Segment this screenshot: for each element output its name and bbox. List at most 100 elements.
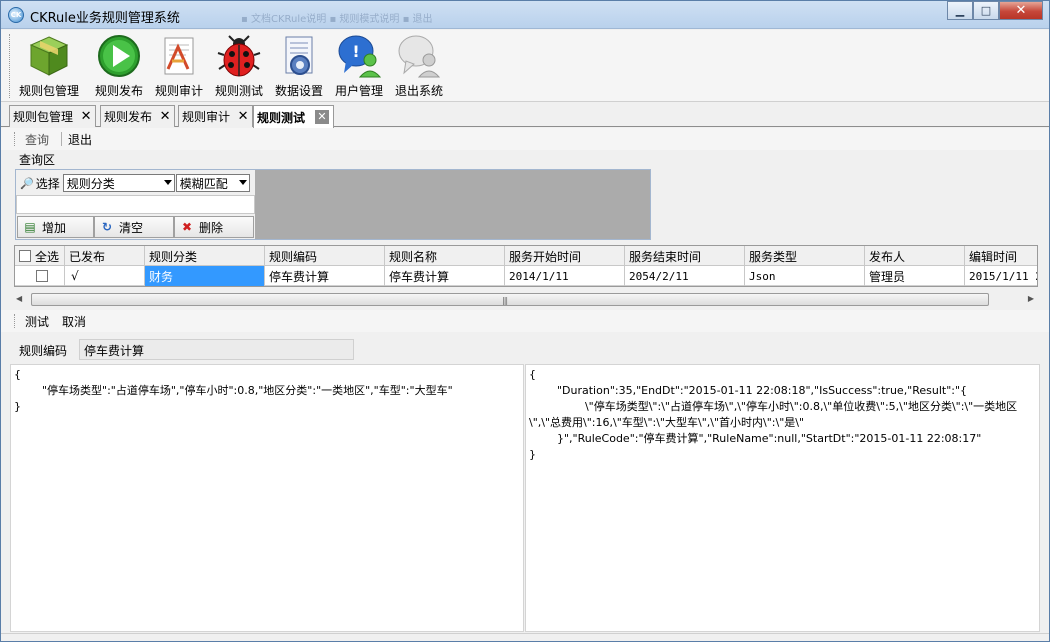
select-all-checkbox[interactable] [19, 250, 31, 262]
user-manage-button[interactable]: ! 用户管理 [329, 30, 389, 100]
query-controls: 🔎 选择 规则分类 模糊匹配 ▤ 增加 ↻ 清空 ✖ 删除 [16, 170, 255, 239]
query-filter-row: 🔎 选择 规则分类 模糊匹配 [20, 174, 250, 192]
name-cell[interactable]: 停车费计算 [385, 266, 505, 286]
add-icon: ▤ [24, 220, 36, 234]
service-type-cell[interactable]: Json [745, 266, 865, 286]
end-date-cell[interactable]: 2054/2/11 [625, 266, 745, 286]
json-line: { [529, 368, 536, 381]
delete-button-label: 删除 [199, 220, 224, 235]
edit-time-cell[interactable]: 2015/1/11 21 [965, 266, 1037, 286]
scrollbar-thumb[interactable]: ||| [31, 293, 989, 306]
json-line: \"停车场类型\":\"占道停车场\",\"停车小时\":0.8,\"单位收费\… [529, 400, 1018, 429]
match-combo[interactable]: 模糊匹配 [175, 174, 250, 192]
select-label[interactable]: 选择 [36, 175, 60, 192]
query-toolbar: 查询 退出 [1, 128, 1049, 150]
toolbar-separator [61, 132, 62, 146]
tab-package-manage[interactable]: 规则包管理 ✕ [9, 105, 97, 127]
output-json-pane[interactable]: { "Duration":35,"EndDt":"2015-01-11 22:0… [525, 364, 1040, 632]
category-combo[interactable]: 规则分类 [62, 174, 175, 192]
user-chat-icon: ! [338, 35, 382, 78]
background-faded-text: ▪ 文档CKRule说明 ▪ 规则模式说明 ▪ 退出 [241, 14, 433, 25]
window-title: CKRule业务规则管理系统 [30, 11, 180, 26]
category-cell[interactable]: 财务 [145, 266, 265, 286]
json-line: { [14, 368, 21, 381]
toolbar-grip[interactable] [9, 34, 12, 98]
tab-close-icon[interactable]: ✕ [315, 110, 330, 124]
scroll-right-icon[interactable]: ▶ [1028, 294, 1034, 303]
grid-horizontal-scrollbar[interactable]: ◀ ||| ▶ [14, 292, 1038, 307]
column-header-start[interactable]: 服务开始时间 [505, 246, 625, 266]
column-header-type[interactable]: 服务类型 [745, 246, 865, 266]
data-settings-button[interactable]: 数据设置 [269, 30, 329, 100]
exit-button[interactable]: 退出 [68, 131, 92, 148]
column-header-published[interactable]: 已发布 [65, 246, 145, 266]
select-all-header[interactable]: 全选 [15, 246, 65, 266]
json-line: } [529, 448, 536, 461]
play-icon [98, 35, 140, 77]
tab-close-icon[interactable]: ✕ [156, 109, 174, 124]
tab-strip: 规则包管理 ✕ 规则发布 ✕ 规则审计 ✕ 规则测试 ✕ [1, 103, 1049, 128]
tab-rule-publish[interactable]: 规则发布 ✕ [100, 105, 176, 127]
cancel-button[interactable]: 取消 [62, 313, 86, 330]
code-cell[interactable]: 停车费计算 [265, 266, 385, 286]
rule-test-button[interactable]: 规则测试 [209, 30, 269, 100]
query-input[interactable] [16, 195, 255, 214]
test-toolbar: 测试 取消 [1, 310, 1049, 332]
audit-document-icon [164, 37, 194, 75]
tab-label: 规则审计 [182, 110, 231, 124]
input-json-pane[interactable]: { "停车场类型":"占道停车场","停车小时":0.8,"地区分类":"一类地… [10, 364, 524, 632]
column-header-code[interactable]: 规则编码 [265, 246, 385, 266]
test-button[interactable]: 测试 [25, 313, 49, 330]
rules-grid: 全选 已发布 规则分类 规则编码 规则名称 服务开始时间 服务结束时间 服务类型… [14, 245, 1038, 287]
exit-user-icon [398, 35, 441, 78]
rule-audit-label: 规则审计 [154, 84, 203, 98]
package-manage-button[interactable]: 规则包管理 [19, 30, 79, 100]
main-toolbar: 规则包管理 规则发布 规则审计 规则测试 数据设置 ! 用户管理 退出系统 [1, 30, 1049, 102]
json-line: } [14, 400, 21, 413]
add-button-label: 增加 [42, 220, 67, 235]
tab-rule-audit[interactable]: 规则审计 ✕ [178, 105, 254, 127]
package-manage-label: 规则包管理 [19, 84, 80, 98]
clear-button-label: 清空 [119, 220, 144, 235]
query-area-label: 查询区 [19, 153, 56, 167]
column-header-publisher[interactable]: 发布人 [865, 246, 965, 266]
test-toolbar-grip[interactable] [14, 314, 17, 328]
tab-label: 规则测试 [257, 110, 306, 125]
maximize-button[interactable]: □ [973, 1, 999, 20]
row-checkbox[interactable] [35, 270, 48, 282]
publisher-cell[interactable]: 管理员 [865, 266, 965, 286]
column-header-category[interactable]: 规则分类 [145, 246, 265, 266]
query-toolbar-grip[interactable] [14, 132, 17, 146]
rule-audit-button[interactable]: 规则审计 [149, 30, 209, 100]
refresh-icon: ↻ [101, 220, 113, 234]
close-button[interactable]: ✕ [999, 1, 1043, 20]
query-button[interactable]: 查询 [25, 131, 49, 148]
rule-code-field[interactable]: 停车费计算 [79, 339, 354, 360]
published-cell[interactable]: √ [65, 266, 145, 286]
delete-button[interactable]: ✖ 删除 [174, 216, 254, 238]
rule-test-label: 规则测试 [214, 84, 263, 98]
exit-system-button[interactable]: 退出系统 [389, 30, 449, 100]
window-controls: ▁ □ ✕ [947, 1, 1043, 20]
tab-close-icon[interactable]: ✕ [234, 109, 252, 124]
tab-rule-test[interactable]: 规则测试 ✕ [253, 105, 335, 128]
match-combo-value: 模糊匹配 [179, 176, 228, 191]
json-line: }","RuleCode":"停车费计算","RuleName":null,"S… [529, 432, 982, 445]
tab-label: 规则发布 [104, 110, 153, 124]
start-date-cell[interactable]: 2014/1/11 [505, 266, 625, 286]
minimize-button[interactable]: ▁ [947, 1, 973, 20]
scroll-left-icon[interactable]: ◀ [16, 294, 22, 303]
column-header-end[interactable]: 服务结束时间 [625, 246, 745, 266]
column-header-edit-time[interactable]: 编辑时间 [965, 246, 1037, 266]
row-select-cell[interactable] [15, 266, 65, 286]
scrollbar-grip-icon: ||| [502, 296, 508, 305]
add-button[interactable]: ▤ 增加 [17, 216, 94, 238]
tab-close-icon[interactable]: ✕ [77, 109, 95, 124]
grid-header-row: 全选 已发布 规则分类 规则编码 规则名称 服务开始时间 服务结束时间 服务类型… [15, 246, 1037, 266]
column-header-name[interactable]: 规则名称 [385, 246, 505, 266]
title-bar[interactable]: CK CKRule业务规则管理系统 ▪ 文档CKRule说明 ▪ 规则模式说明 … [1, 1, 1049, 29]
clear-button[interactable]: ↻ 清空 [94, 216, 174, 238]
table-row[interactable]: √ 财务 停车费计算 停车费计算 2014/1/11 2054/2/11 Jso… [15, 266, 1037, 286]
rule-publish-button[interactable]: 规则发布 [89, 30, 149, 100]
rule-publish-label: 规则发布 [94, 84, 143, 98]
